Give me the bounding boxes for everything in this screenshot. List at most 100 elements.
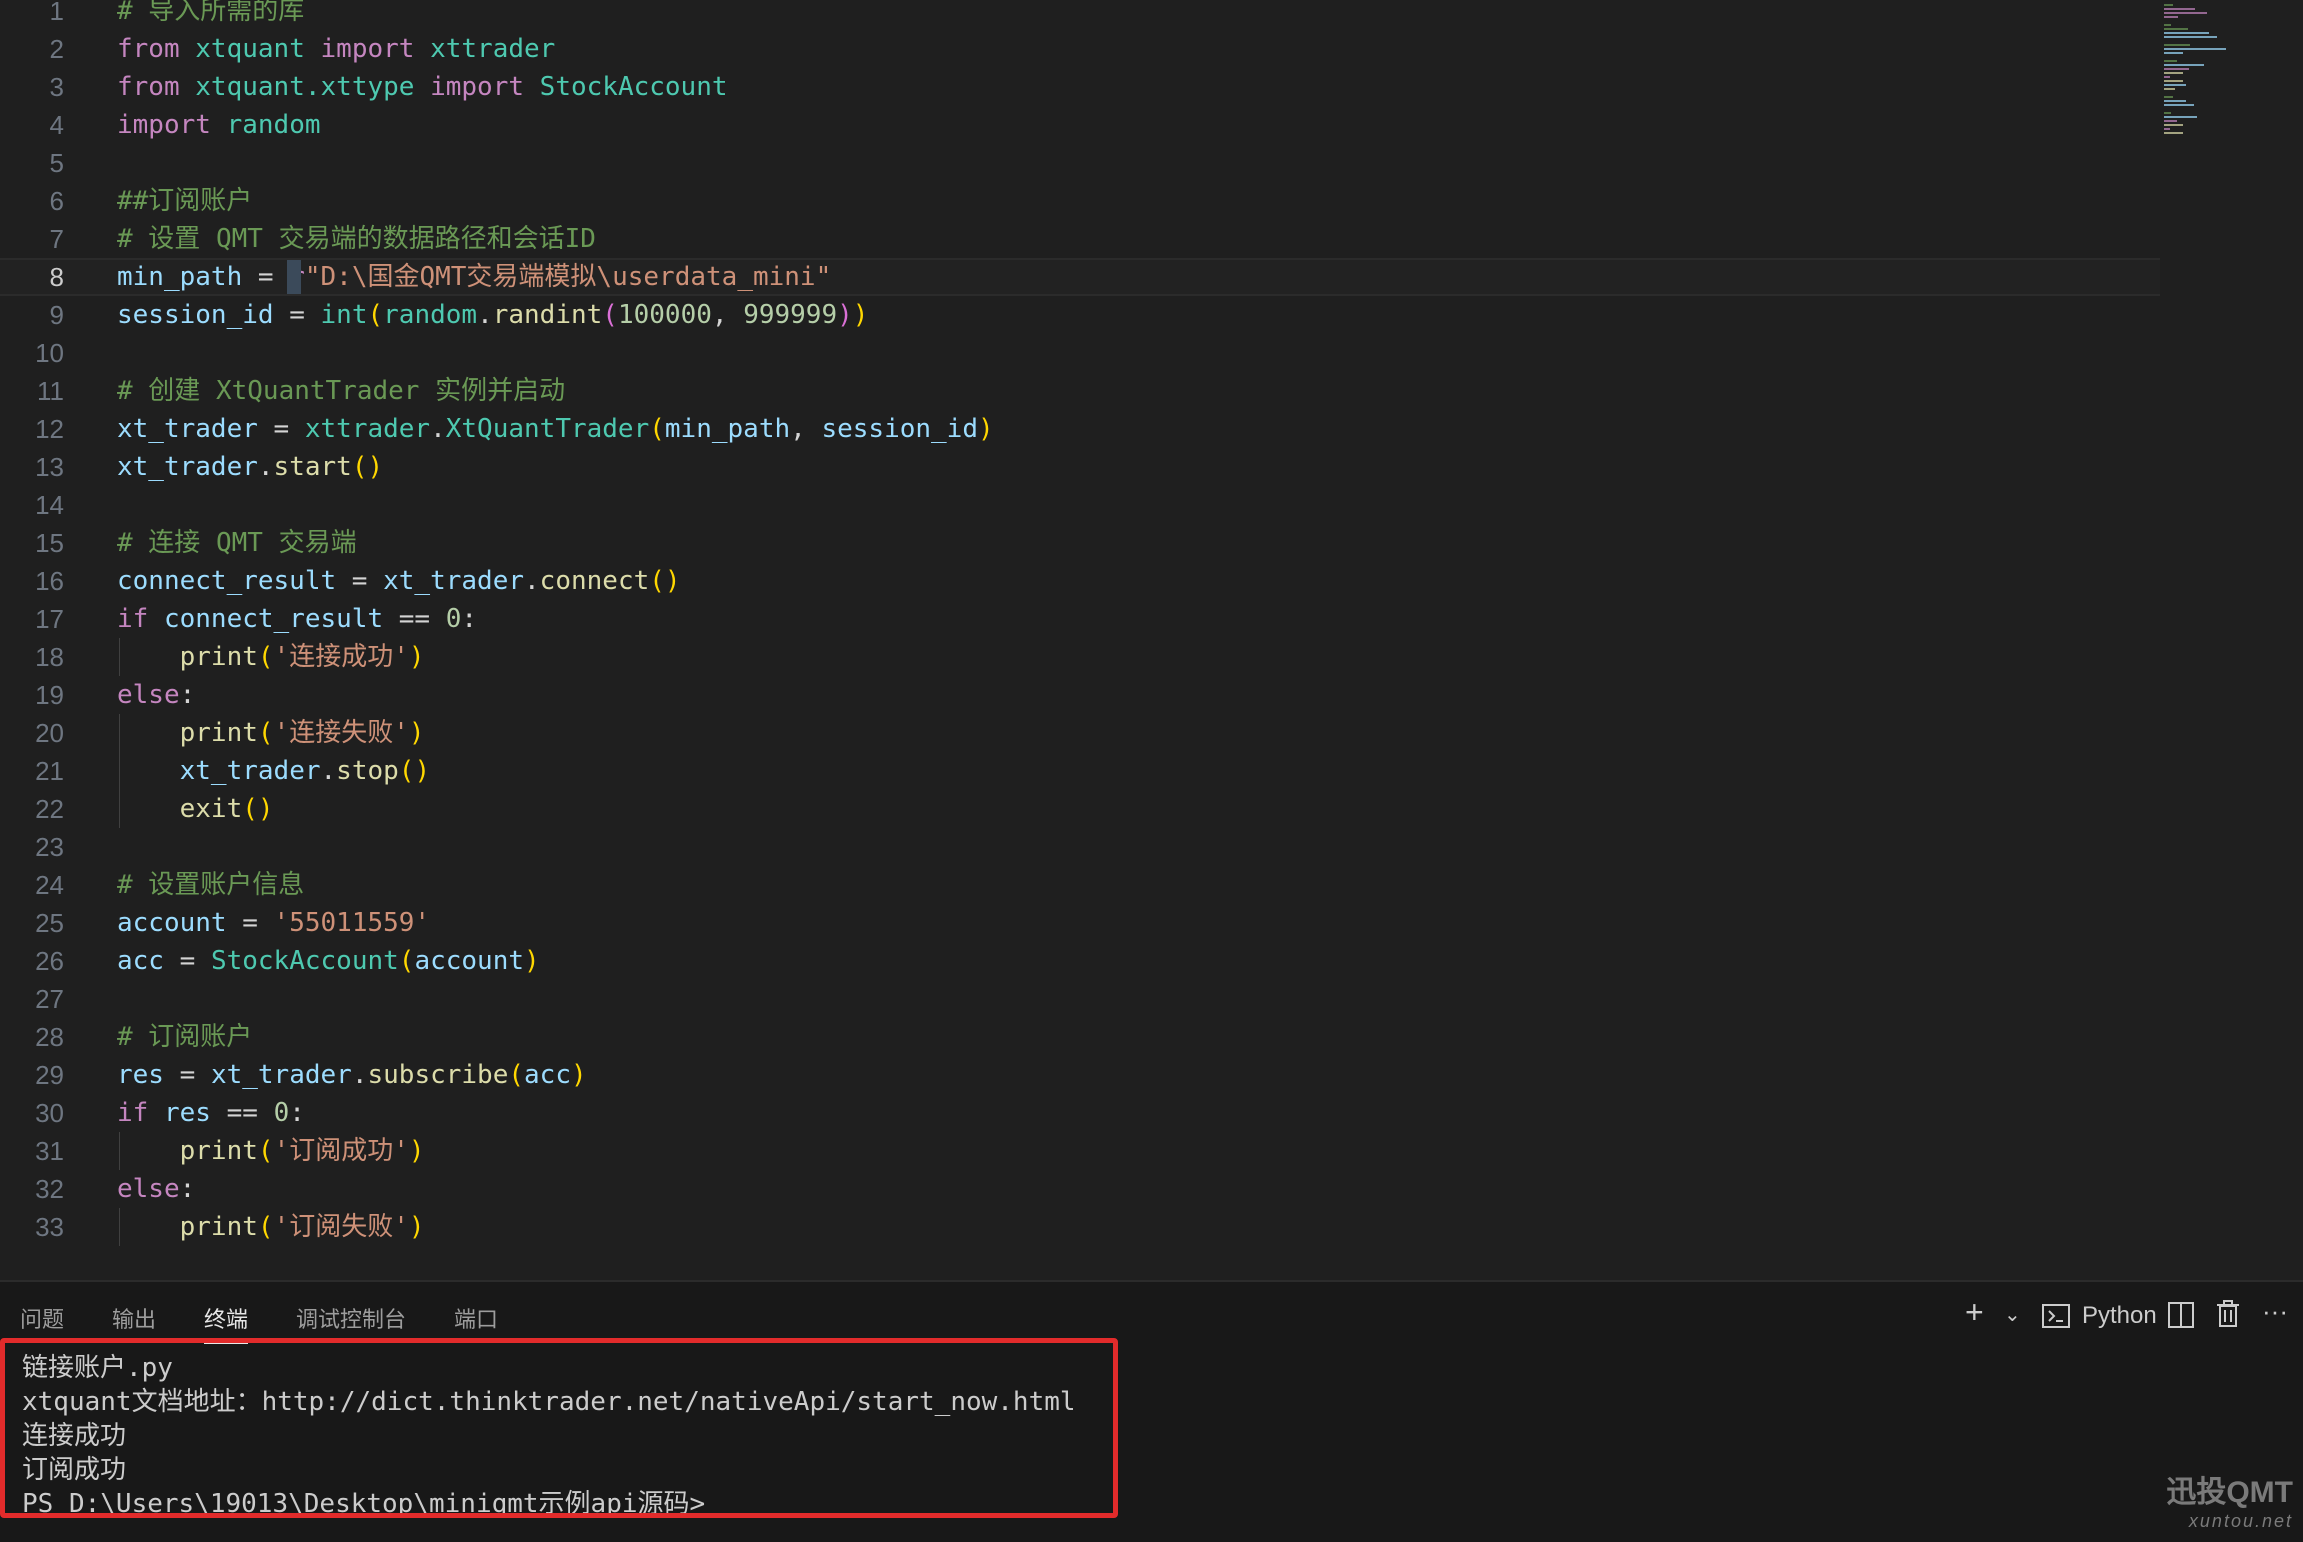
code-line[interactable]: 15 # 连接 QMT 交易端 [0, 524, 2160, 562]
line-number: 7 [49, 224, 64, 254]
line-number: 5 [49, 148, 64, 178]
code-text: # 连接 QMT 交易端 [117, 524, 357, 562]
code-token: == [210, 1098, 274, 1128]
code-token: print [179, 1212, 258, 1242]
code-line[interactable]: 22 exit() [0, 790, 2160, 828]
code-line[interactable]: 4 import random [0, 106, 2160, 144]
code-token: = [273, 300, 321, 330]
tab-output[interactable]: 输出 [112, 1302, 156, 1334]
code-token: : [289, 1098, 305, 1128]
code-token: ( [602, 300, 618, 330]
code-token: ( [257, 1212, 274, 1242]
code-token: # 连接 QMT 交易端 [117, 528, 357, 558]
new-terminal-button[interactable]: + [1965, 1294, 1984, 1331]
code-line[interactable]: 21 xt_trader.stop() [0, 752, 2160, 790]
code-line[interactable]: 17 if connect_result == 0: [0, 600, 2160, 638]
code-token: () [351, 452, 384, 482]
code-line[interactable]: 23 [0, 828, 2160, 866]
code-line[interactable]: 8 min_path = r"D:\国金QMT交易端模拟\userdata_min… [0, 258, 2160, 296]
code-token: . [257, 452, 274, 482]
terminal-prompt[interactable]: PS D:\Users\19013\Desktop\miniqmt示例api源码… [22, 1487, 705, 1513]
code-line[interactable]: 1 # 导入所需的库 [0, 0, 2160, 30]
code-line[interactable]: 13 xt_trader.start() [0, 448, 2160, 486]
bottom-panel: 问题 输出 终端 调试控制台 端口 + ⌄ Python ··· 链接账户.py… [0, 1280, 2303, 1542]
code-line[interactable]: 25 account = '55011559' [0, 904, 2160, 942]
code-line[interactable]: 20 print('连接失败') [0, 714, 2160, 752]
terminal-output[interactable]: 链接账户.py xtquant文档地址：http://dict.thinktra… [0, 1338, 1118, 1518]
code-line[interactable]: 31 print('订阅成功') [0, 1132, 2160, 1170]
terminal-line: 连接成功 [22, 1421, 127, 1451]
code-token: StockAccount [210, 946, 399, 976]
code-text: else: [117, 1170, 195, 1208]
code-token: = [163, 1060, 211, 1090]
more-actions-button[interactable]: ··· [2262, 1296, 2288, 1327]
code-line[interactable]: 2 from xtquant import xttrader [0, 30, 2160, 68]
code-line[interactable]: 27 [0, 980, 2160, 1018]
code-line[interactable]: 7 # 设置 QMT 交易端的数据路径和会话ID [0, 220, 2160, 258]
code-line[interactable]: 12 xt_trader = xttrader.XtQuantTrader(min… [0, 410, 2160, 448]
code-line[interactable]: 10 [0, 334, 2160, 372]
code-line[interactable]: 26 acc = StockAccount(account) [0, 942, 2160, 980]
line-number: 10 [35, 338, 64, 368]
code-text: import random [117, 106, 321, 144]
terminal-line: 链接账户.py [22, 1353, 173, 1383]
code-line[interactable]: 24 # 设置账户信息 [0, 866, 2160, 904]
code-line[interactable]: 11 # 创建 XtQuantTrader 实例并启动 [0, 372, 2160, 410]
code-token: : [179, 680, 196, 710]
code-line[interactable]: 9 session_id = int(random.randint(100000,… [0, 296, 2160, 334]
code-line[interactable]: 5 [0, 144, 2160, 182]
code-line[interactable]: 28 # 订阅账户 [0, 1018, 2160, 1056]
minimap-line [2164, 112, 2171, 114]
code-token: , [711, 300, 744, 330]
code-token: : [179, 1174, 196, 1204]
code-text: # 导入所需的库 [117, 0, 304, 30]
code-token: ) [408, 642, 425, 672]
code-token: ( [257, 718, 274, 748]
code-token: ( [649, 414, 665, 444]
code-line[interactable]: 3 from xtquant.xttype import StockAccount [0, 68, 2160, 106]
code-token: = [257, 414, 305, 444]
code-token: ( [508, 1060, 525, 1090]
code-line[interactable]: 6 ##订阅账户 [0, 182, 2160, 220]
code-line[interactable]: 18 print('连接成功') [0, 638, 2160, 676]
code-line[interactable]: 33 print('订阅失败') [0, 1208, 2160, 1246]
minimap-line [2164, 4, 2173, 6]
tab-terminal[interactable]: 终端 [204, 1302, 249, 1344]
code-token: ( [367, 300, 384, 330]
code-text: xt_trader = xttrader.XtQuantTrader(min_p… [117, 410, 994, 448]
split-icon[interactable] [2168, 1302, 2194, 1335]
tab-ports[interactable]: 端口 [454, 1302, 498, 1334]
code-line[interactable]: 14 [0, 486, 2160, 524]
code-line[interactable]: 19 else: [0, 676, 2160, 714]
terminal-icon [2042, 1304, 2070, 1335]
minimap[interactable] [2160, 0, 2240, 140]
code-token: int [320, 300, 368, 330]
code-token: () [649, 566, 681, 596]
code-token: import [117, 110, 211, 140]
code-token: StockAccount [539, 72, 728, 102]
code-line[interactable]: 32 else: [0, 1170, 2160, 1208]
code-text: # 订阅账户 [117, 1018, 252, 1056]
code-line[interactable]: 29 res = xt_trader.subscribe(acc) [0, 1056, 2160, 1094]
line-number: 28 [35, 1022, 64, 1052]
chevron-down-icon[interactable]: ⌄ [2004, 1302, 2021, 1327]
tab-debug-console[interactable]: 调试控制台 [296, 1302, 406, 1334]
code-token: subscribe [367, 1060, 509, 1090]
minimap-line [2164, 52, 2183, 54]
code-token: , [790, 414, 822, 444]
line-number: 12 [35, 414, 64, 444]
code-text: print('订阅成功') [117, 1132, 425, 1170]
code-token: XtQuantTrader [445, 414, 650, 444]
code-token: '连接失败' [273, 718, 409, 748]
code-line[interactable]: 16 connect_result = xt_trader.connect() [0, 562, 2160, 600]
minimap-line [2164, 12, 2207, 14]
terminal-profile-label[interactable]: Python [2082, 1302, 2157, 1330]
trash-icon[interactable] [2216, 1300, 2240, 1335]
code-editor[interactable]: 1 # 导入所需的库 2 from xtquant import xttrader 3 f… [0, 0, 2303, 1280]
tab-problems[interactable]: 问题 [20, 1302, 64, 1334]
minimap-line [2164, 8, 2195, 10]
code-line[interactable]: 30 if res == 0: [0, 1094, 2160, 1132]
